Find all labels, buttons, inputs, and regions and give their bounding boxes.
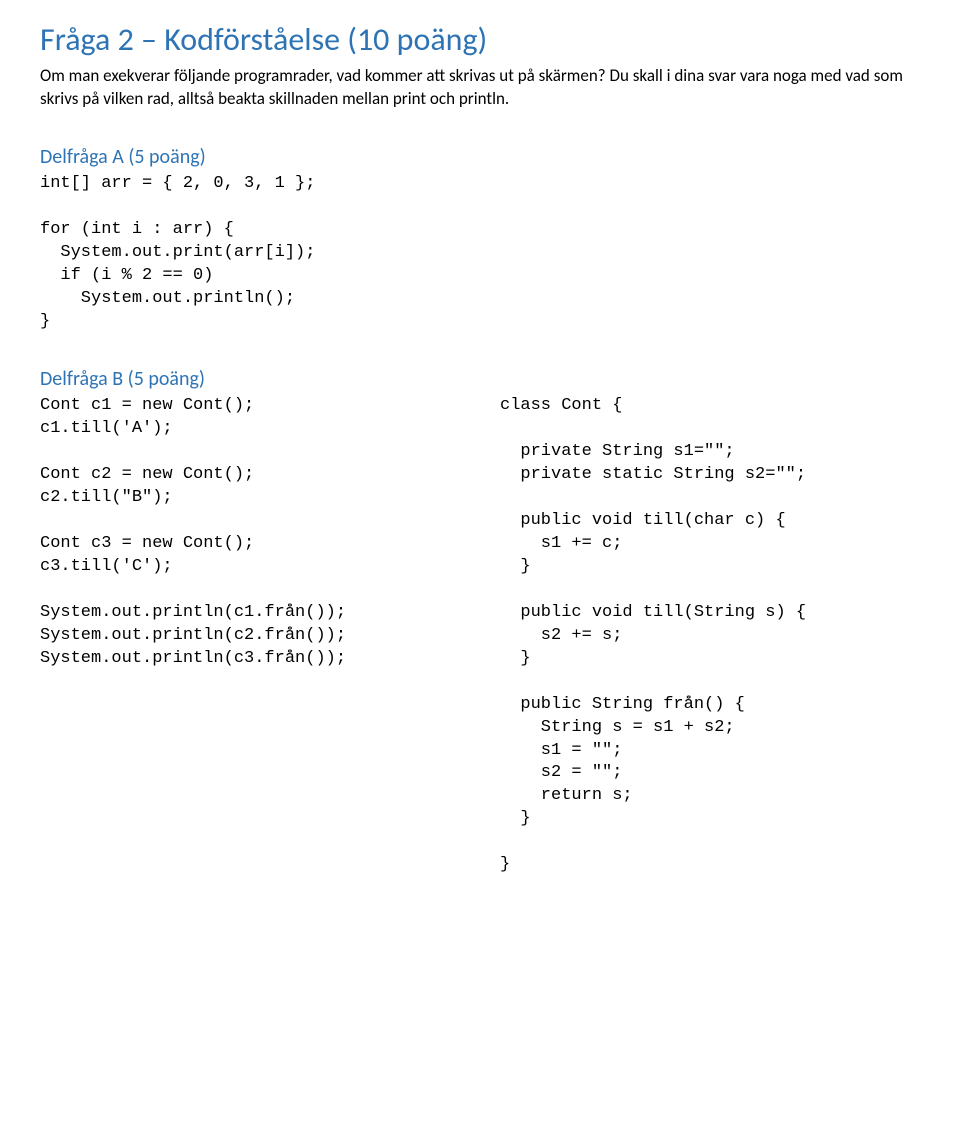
- intro-paragraph: Om man exekverar följande programrader, …: [40, 65, 920, 111]
- code-block-part-b-right: class Cont { private String s1=""; priva…: [500, 395, 920, 877]
- column-left: Cont c1 = new Cont(); c1.till('A'); Cont…: [40, 395, 460, 877]
- question-title: Fråga 2 – Kodförståelse (10 poäng): [40, 20, 920, 59]
- page-container: Fråga 2 – Kodförståelse (10 poäng) Om ma…: [0, 0, 960, 917]
- code-block-part-a: int[] arr = { 2, 0, 3, 1 }; for (int i :…: [40, 173, 920, 334]
- subheading-part-a: Delfråga A (5 poäng): [40, 145, 920, 169]
- two-column-layout: Cont c1 = new Cont(); c1.till('A'); Cont…: [40, 395, 920, 877]
- column-right: class Cont { private String s1=""; priva…: [500, 395, 920, 877]
- code-block-part-b-left: Cont c1 = new Cont(); c1.till('A'); Cont…: [40, 395, 460, 670]
- subheading-part-b: Delfråga B (5 poäng): [40, 367, 920, 391]
